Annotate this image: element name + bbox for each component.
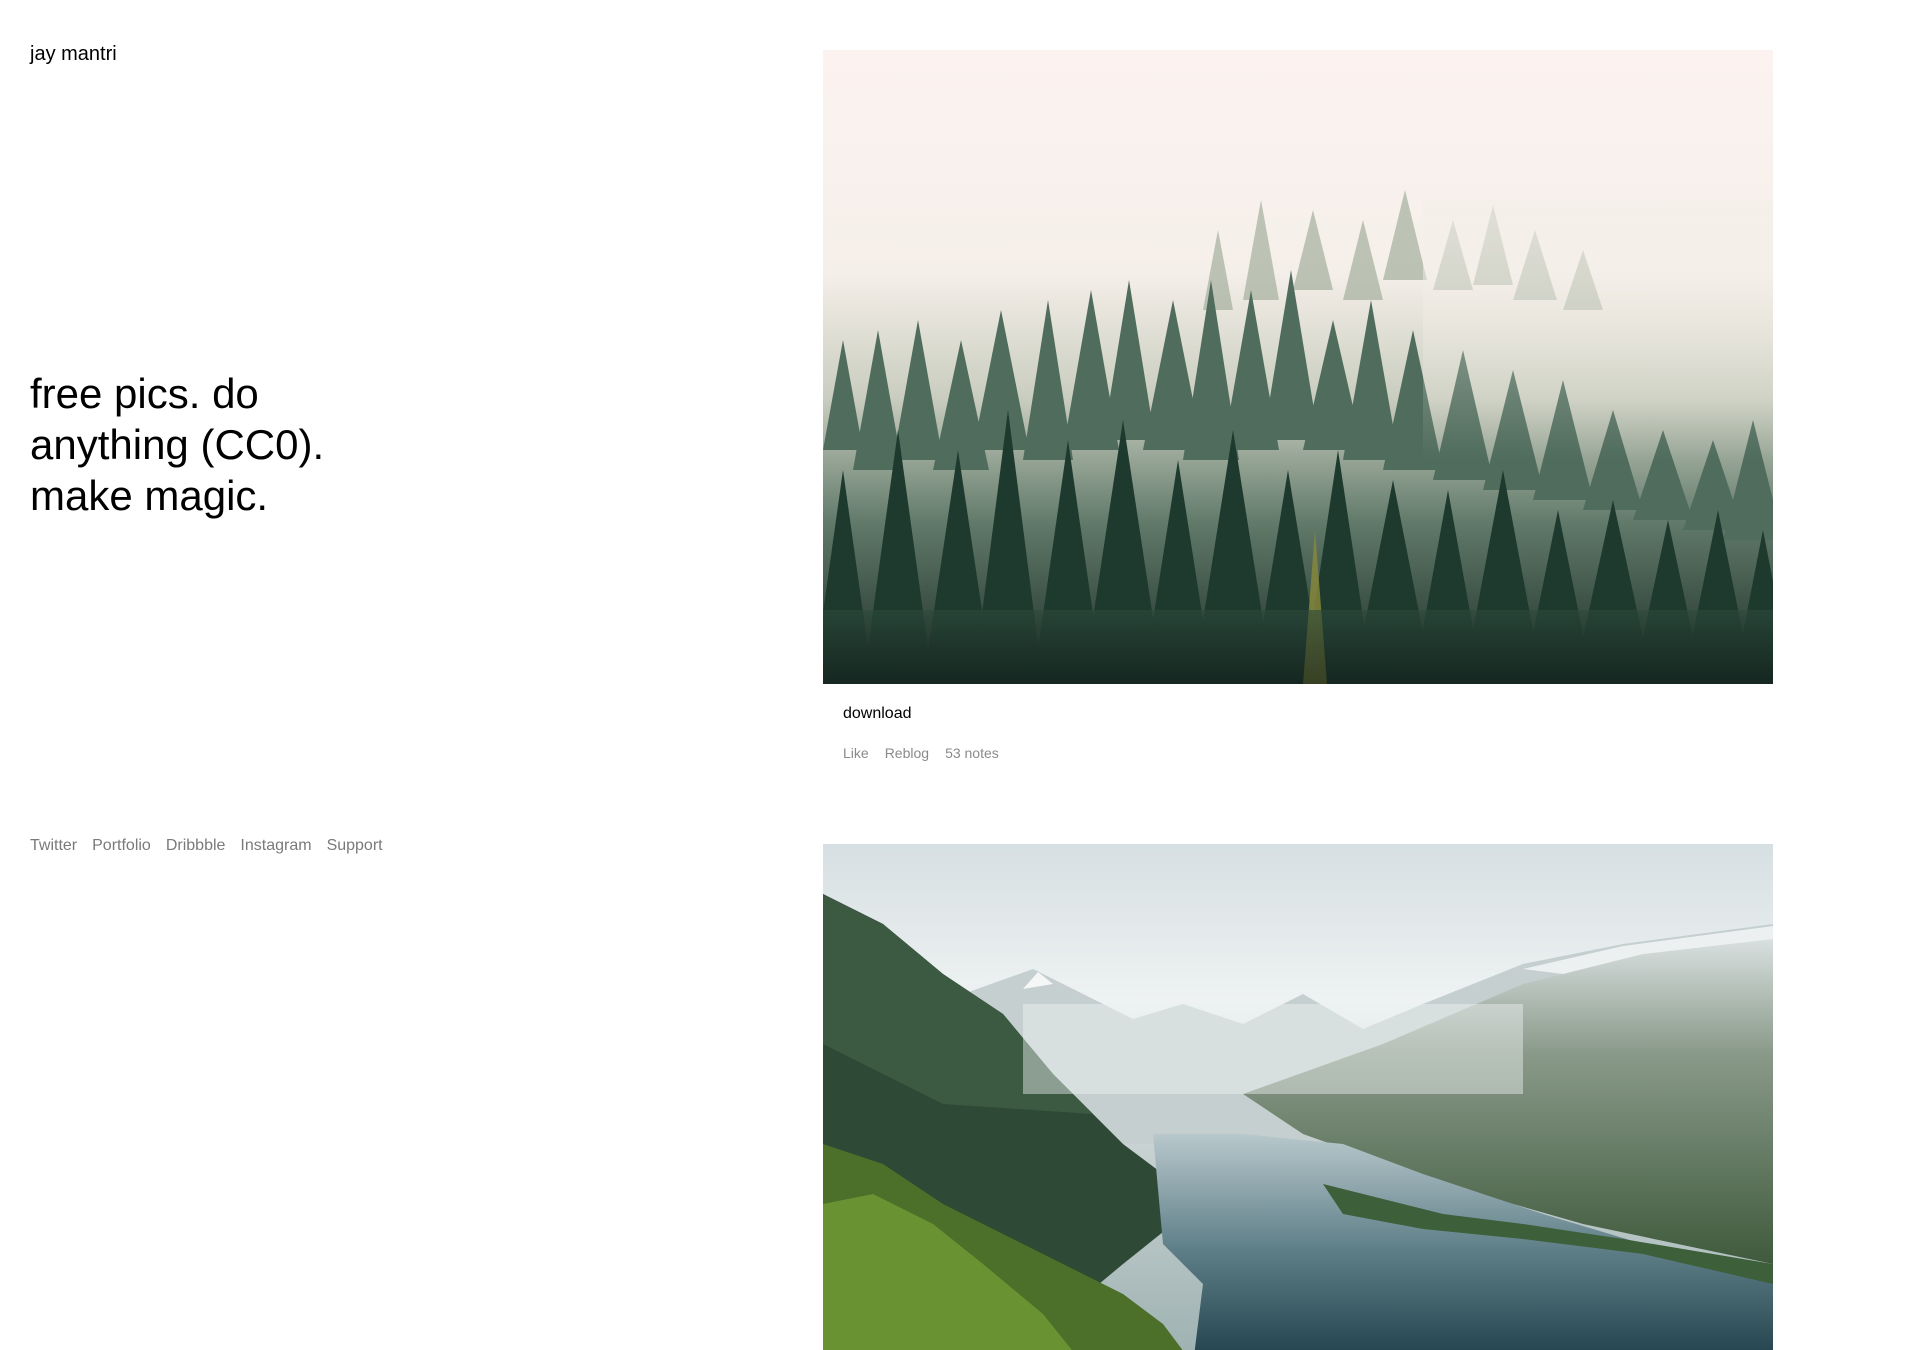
social-links: Twitter Portfolio Dribbble Instagram Sup… — [30, 836, 383, 856]
page: jay mantri free pics. do anything (CC0).… — [0, 0, 1920, 1350]
support-link[interactable]: Support — [327, 836, 383, 856]
fjord-photo[interactable] — [823, 844, 1773, 1350]
instagram-link[interactable]: Instagram — [240, 836, 311, 856]
forest-photo[interactable] — [823, 50, 1773, 684]
site-tagline: free pics. do anything (CC0). make magic… — [30, 370, 325, 519]
like-link[interactable]: Like — [843, 745, 869, 761]
download-link[interactable]: download — [843, 705, 912, 722]
notes-count-link[interactable]: 53 notes — [945, 745, 999, 761]
twitter-link[interactable]: Twitter — [30, 836, 77, 856]
portfolio-link[interactable]: Portfolio — [92, 836, 151, 856]
dribbble-link[interactable]: Dribbble — [166, 836, 226, 856]
post-actions: Like Reblog 53 notes — [843, 745, 1773, 761]
reblog-link[interactable]: Reblog — [885, 745, 929, 761]
post-caption: download — [843, 704, 1773, 724]
site-title-link[interactable]: jay mantri — [30, 42, 117, 66]
photo-post: download Like Reblog 53 notes — [823, 50, 1773, 761]
photo-post — [823, 844, 1773, 1350]
